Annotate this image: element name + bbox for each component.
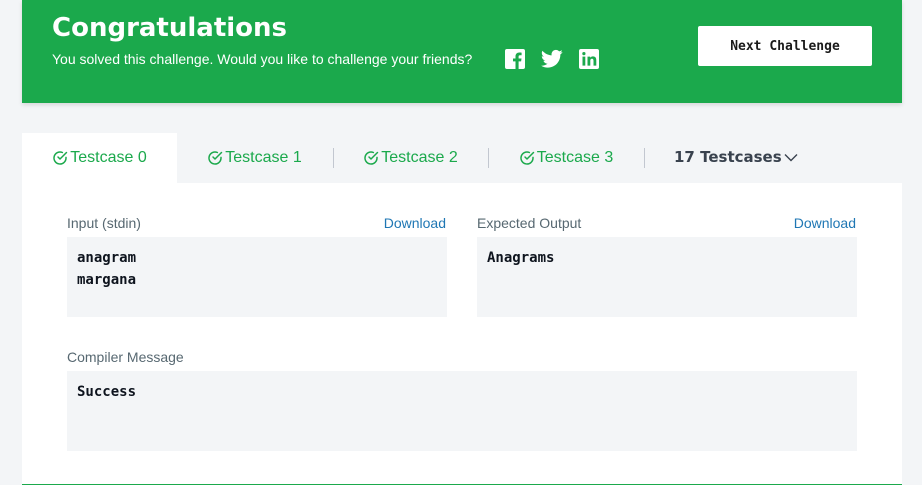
chevron-down-icon xyxy=(784,148,798,166)
check-circle-icon xyxy=(519,150,535,166)
success-banner: Congratulations You solved this challeng… xyxy=(22,0,902,103)
banner-subtitle: You solved this challenge. Would you lik… xyxy=(52,51,473,67)
twitter-icon[interactable] xyxy=(541,49,563,69)
input-line: anagram xyxy=(77,250,137,266)
linkedin-icon[interactable] xyxy=(579,49,599,69)
tab-testcase-3[interactable]: Testcase 3 xyxy=(488,133,644,183)
testcase-tabs: Testcase 0 Testcase 1 Testcase 2 Testcas… xyxy=(22,133,902,183)
input-box: anagram margana xyxy=(67,237,447,317)
expected-output-box: Anagrams xyxy=(477,237,857,317)
compiler-line: Success xyxy=(77,384,137,400)
compiler-message-label: Compiler Message xyxy=(67,349,184,365)
more-testcases-label: 17 Testcases xyxy=(674,148,782,166)
check-circle-icon xyxy=(52,150,68,166)
input-label: Input (stdin) xyxy=(67,215,141,231)
tab-label: Testcase 3 xyxy=(536,149,614,166)
tab-label: Testcase 0 xyxy=(70,149,147,166)
input-line: margana xyxy=(77,272,137,288)
expected-download-link[interactable]: Download xyxy=(794,214,856,232)
check-circle-icon xyxy=(363,150,379,166)
expected-line: Anagrams xyxy=(487,250,555,266)
check-circle-icon xyxy=(207,150,223,166)
input-download-link[interactable]: Download xyxy=(384,214,446,232)
next-challenge-button[interactable]: Next Challenge xyxy=(698,26,872,66)
banner-title: Congratulations xyxy=(52,13,288,43)
tab-label: Testcase 2 xyxy=(381,149,458,166)
tab-label: Testcase 1 xyxy=(225,149,302,166)
tab-divider xyxy=(644,148,645,168)
testcase-panel: Input (stdin) Download anagram margana E… xyxy=(22,183,902,485)
tab-testcase-2[interactable]: Testcase 2 xyxy=(333,133,488,183)
tab-testcase-1[interactable]: Testcase 1 xyxy=(177,133,332,183)
more-testcases-dropdown[interactable]: 17 Testcases xyxy=(674,133,798,181)
tab-testcase-0[interactable]: Testcase 0 xyxy=(22,133,177,183)
expected-output-label: Expected Output xyxy=(477,215,582,231)
facebook-icon[interactable] xyxy=(505,49,525,69)
compiler-message-box: Success xyxy=(67,371,857,451)
